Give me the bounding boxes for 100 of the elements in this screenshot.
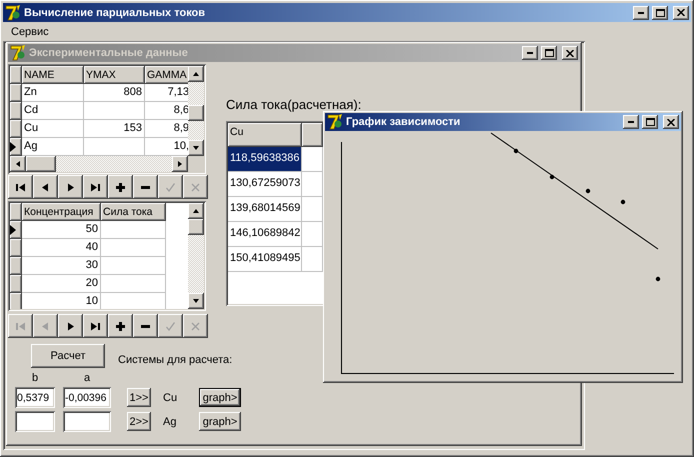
column-header[interactable]: NAME — [22, 66, 84, 84]
row-indicator[interactable] — [10, 120, 22, 138]
table-cell: Ag — [22, 138, 84, 156]
table-cell — [302, 172, 323, 197]
row-indicator[interactable] — [10, 239, 22, 257]
maximize-icon — [646, 118, 654, 126]
column-label: b — [32, 372, 38, 384]
window-title: Вычисление парциальных токов — [24, 6, 206, 18]
minimize-button[interactable] — [633, 6, 649, 20]
row-indicator[interactable] — [10, 138, 22, 156]
table-cell — [101, 257, 166, 275]
row-indicator[interactable] — [10, 84, 22, 102]
maximize-button[interactable] — [652, 6, 668, 20]
triangle-right-icon — [66, 182, 75, 192]
table-cell — [84, 138, 145, 156]
insert-record-button[interactable] — [108, 175, 133, 199]
table-cell: 50 — [22, 221, 101, 239]
vertical-scrollbar[interactable] — [188, 203, 204, 309]
maximize-button[interactable] — [642, 115, 658, 129]
results-label: Сила тока(расчетная): — [226, 97, 362, 112]
table-cell: 139,68014569 — [228, 197, 302, 222]
current-row-icon — [10, 225, 16, 235]
skip-start-icon — [16, 182, 25, 192]
row-indicator[interactable] — [10, 102, 22, 120]
table-cell: 130,67259073 — [228, 172, 302, 197]
current-row-icon — [10, 142, 16, 152]
table-cell: 10, — [145, 138, 188, 156]
skip-start-icon — [16, 322, 25, 330]
scroll-left-button[interactable] — [10, 156, 26, 172]
scroll-right-button[interactable] — [172, 156, 188, 172]
app-icon — [5, 4, 21, 20]
table-cell — [101, 239, 166, 257]
table-cell — [84, 102, 145, 120]
window-title: График зависимости — [346, 116, 462, 128]
input-field[interactable] — [63, 411, 111, 432]
maximize-button[interactable] — [541, 46, 557, 60]
close-button[interactable] — [663, 115, 679, 129]
plus-icon — [116, 322, 125, 330]
system-button[interactable]: 1>> — [127, 388, 151, 407]
triangle-right-icon — [66, 322, 75, 330]
scroll-down-button[interactable] — [188, 140, 204, 156]
app-icon — [10, 45, 26, 61]
close-icon — [667, 118, 675, 126]
prior-record-button[interactable] — [33, 175, 58, 199]
table-cell: Cu — [22, 120, 84, 138]
column-header[interactable]: Концентрация — [22, 203, 101, 221]
system-name: Cu — [162, 392, 178, 404]
vertical-scrollbar[interactable] — [188, 66, 204, 156]
row-indicator[interactable] — [10, 221, 22, 239]
table-cell: 808 — [84, 84, 145, 102]
system-button[interactable]: 2>> — [127, 412, 151, 431]
table-cell — [101, 275, 166, 293]
horizontal-scrollbar[interactable] — [10, 156, 188, 172]
table-cell: 150,41089495 — [228, 247, 302, 272]
row-indicator[interactable] — [10, 293, 22, 309]
column-header[interactable]: YMAX — [84, 66, 145, 84]
cross-icon — [191, 322, 200, 330]
next-record-button[interactable] — [58, 175, 83, 199]
close-icon — [677, 9, 685, 16]
input-field[interactable]: -0,00396 — [63, 387, 111, 408]
input-field[interactable] — [15, 411, 55, 432]
table-cell: Cd — [22, 102, 84, 120]
row-indicator[interactable] — [10, 257, 22, 275]
scroll-down-button[interactable] — [188, 293, 204, 309]
last-record-button[interactable] — [83, 314, 108, 338]
graph-button[interactable]: graph> — [199, 412, 241, 431]
column-header[interactable]: Сила тока — [101, 203, 166, 221]
column-header[interactable]: GAMMA — [145, 66, 188, 84]
scroll-thumb[interactable] — [188, 105, 204, 121]
close-button[interactable] — [673, 6, 689, 20]
scroll-up-button[interactable] — [188, 203, 204, 219]
first-record-button[interactable] — [8, 175, 33, 199]
table-cell: 146,10689842 — [228, 222, 302, 247]
delete-record-button[interactable] — [133, 175, 158, 199]
window-title: Экспериментальные данные — [29, 47, 189, 59]
insert-record-button[interactable] — [108, 314, 133, 338]
input-field[interactable]: 0,5379 — [15, 387, 55, 408]
graph-button[interactable]: graph> — [199, 388, 241, 407]
maximize-icon — [656, 8, 664, 16]
next-record-button[interactable] — [58, 314, 83, 338]
close-button[interactable] — [562, 46, 578, 60]
delete-record-button[interactable] — [133, 314, 158, 338]
last-record-button[interactable] — [83, 175, 108, 199]
table-cell: 20 — [22, 275, 101, 293]
triangle-left-icon — [41, 182, 50, 192]
menu-item[interactable]: Сервис — [9, 26, 51, 38]
right-arrow-icon — [176, 160, 184, 168]
down-arrow-icon — [192, 297, 200, 305]
scroll-thumb[interactable] — [26, 156, 56, 172]
scroll-thumb[interactable] — [188, 219, 204, 235]
close-icon — [566, 50, 574, 56]
scroll-up-button[interactable] — [188, 66, 204, 82]
minimize-button[interactable] — [623, 115, 639, 129]
calculate-button[interactable]: Расчет — [31, 344, 105, 368]
row-indicator[interactable] — [10, 275, 22, 293]
systems-label: Системы для расчета: — [118, 354, 232, 366]
table-cell — [302, 197, 323, 222]
left-arrow-icon — [14, 160, 22, 168]
column-header[interactable]: Cu — [228, 123, 302, 147]
minimize-button[interactable] — [522, 46, 538, 60]
